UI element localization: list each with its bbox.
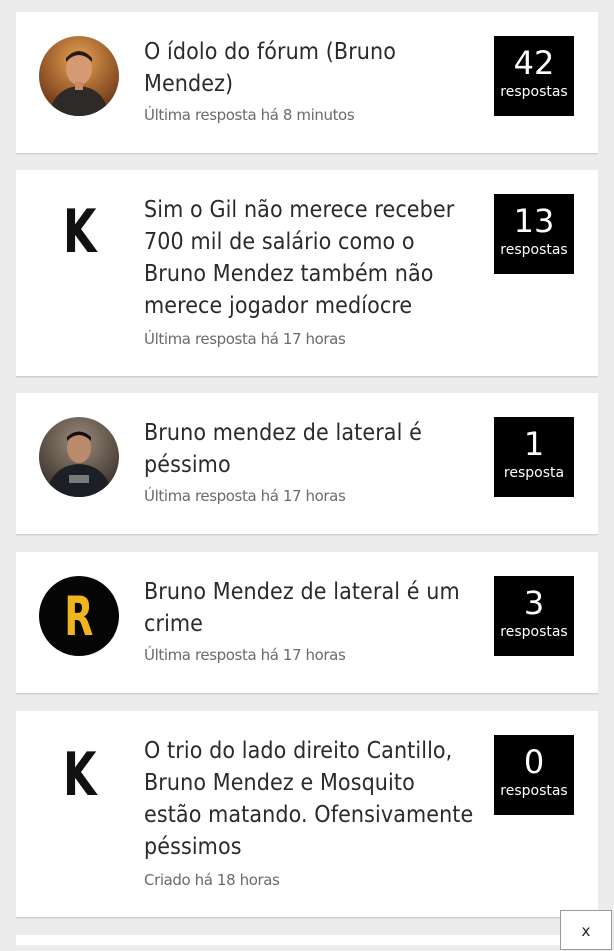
reply-count-label: respostas <box>500 783 568 799</box>
reply-count-badge: 1 resposta <box>494 417 574 497</box>
reply-count-badge: 42 respostas <box>494 36 574 116</box>
thread-card[interactable]: R Bruno Mendez de lateral é um crime Últ… <box>16 552 598 694</box>
close-button[interactable]: x <box>560 910 612 950</box>
reply-count-label: resposta <box>503 465 565 481</box>
thread-title[interactable]: Sim o Gil não merece receber 700 mil de … <box>144 194 474 322</box>
reply-count: 1 <box>523 425 545 463</box>
thread-card[interactable]: K Sim o Gil não merece receber 700 mil d… <box>16 170 598 377</box>
thread-last-reply: Última resposta há 17 horas <box>144 646 346 664</box>
thread-title[interactable]: Bruno Mendez de lateral é um crime <box>144 576 474 640</box>
thread-last-reply: Última resposta há 17 horas <box>144 330 346 348</box>
reply-count: 13 <box>513 202 555 240</box>
reply-count: 3 <box>523 584 545 622</box>
reply-count-badge: 0 respostas <box>494 735 574 815</box>
user-avatar-letter[interactable]: K <box>50 735 108 815</box>
avatar-letter: R <box>64 584 94 648</box>
user-avatar-letter[interactable]: R <box>39 576 119 656</box>
reply-count-label: respostas <box>500 242 568 258</box>
thread-last-reply: Última resposta há 8 minutos <box>144 106 355 124</box>
thread-title[interactable]: Bruno mendez de lateral é péssimo <box>144 417 474 481</box>
reply-count-badge: 13 respostas <box>494 194 574 274</box>
user-avatar-letter[interactable]: K <box>50 192 108 272</box>
reply-count-badge: 3 respostas <box>494 576 574 656</box>
user-avatar-photo[interactable] <box>39 36 119 116</box>
reply-count: 0 <box>523 743 545 781</box>
thread-card[interactable]: O ídolo do fórum (Bruno Mendez) Última r… <box>16 12 598 154</box>
thread-card[interactable]: K O trio do lado direito Cantillo, Bruno… <box>16 711 598 918</box>
thread-card[interactable]: Bruno mendez de lateral é péssimo Última… <box>16 393 598 535</box>
thread-created: Criado há 18 horas <box>144 871 280 889</box>
reply-count: 42 <box>513 44 555 82</box>
user-avatar-photo[interactable] <box>39 417 119 497</box>
reply-count-label: respostas <box>500 84 568 100</box>
next-thread-card-peek <box>16 935 598 945</box>
reply-count-label: respostas <box>500 624 568 640</box>
thread-title[interactable]: O trio do lado direito Cantillo, Bruno M… <box>144 735 474 863</box>
thread-title[interactable]: O ídolo do fórum (Bruno Mendez) <box>144 36 474 100</box>
thread-last-reply: Última resposta há 17 horas <box>144 487 346 505</box>
